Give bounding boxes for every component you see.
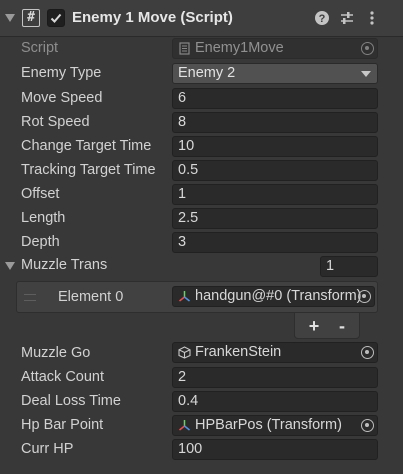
change-target-time-label: Change Target Time [21,138,152,154]
change-target-time-input[interactable]: 10 [172,136,378,157]
object-picker-icon[interactable] [361,419,374,432]
gameobject-cube-icon [178,346,191,359]
dropdown-arrow-icon [361,71,371,77]
enemy-type-value: Enemy 2 [178,65,236,81]
muzzle-go-value: FrankenStein [195,344,282,360]
object-picker-icon[interactable] [358,290,371,303]
offset-input[interactable]: 1 [172,184,378,205]
curr-hp-input[interactable]: 100 [172,439,378,460]
kebab-menu-icon[interactable] [363,9,381,27]
deal-loss-time-label: Deal Loss Time [21,393,121,409]
muzzle-trans-foldout-icon[interactable] [5,262,15,270]
element-0-label: Element 0 [58,289,124,305]
muzzle-go-label: Muzzle Go [21,345,91,361]
list-add-remove-footer: + - [294,313,360,339]
script-field: Enemy1Move [172,38,378,59]
transform-icon [179,420,190,431]
muzzle-trans-list: Element 0 handgun@#0 (Transform) [16,281,378,313]
rot-speed-input[interactable]: 8 [172,112,378,133]
remove-element-button[interactable]: - [327,314,357,338]
muzzle-trans-size-input[interactable]: 1 [320,256,378,277]
drag-handle-icon[interactable] [24,294,36,301]
script-icon: # [22,9,40,27]
length-label: Length [21,210,66,226]
svg-text:?: ? [319,13,326,25]
curr-hp-label: Curr HP [21,441,74,457]
element-0-field[interactable]: handgun@#0 (Transform) [172,286,375,307]
attack-count-input[interactable]: 2 [172,367,378,388]
rot-speed-label: Rot Speed [21,114,90,130]
muzzle-trans-label: Muzzle Trans [21,257,108,273]
depth-input[interactable]: 3 [172,232,378,253]
script-label: Script [21,40,59,56]
attack-count-label: Attack Count [21,369,105,385]
component-enabled-checkbox[interactable] [47,9,65,27]
component-title: Enemy 1 Move (Script) [72,9,233,26]
object-picker-icon [361,42,374,55]
checkmark-icon [50,13,62,23]
add-element-button[interactable]: + [299,314,329,338]
help-icon[interactable]: ? [313,9,331,27]
component-header: # Enemy 1 Move (Script) ? [0,0,403,37]
tracking-target-time-input[interactable]: 0.5 [172,160,378,181]
object-picker-icon[interactable] [361,346,374,359]
script-value: Enemy1Move [195,40,284,56]
script-file-icon [179,42,190,55]
element-0-value: handgun@#0 (Transform) [195,288,362,304]
offset-label: Offset [21,186,60,202]
transform-icon [179,291,190,302]
foldout-arrow-icon[interactable] [5,14,15,22]
length-input[interactable]: 2.5 [172,208,378,229]
deal-loss-time-input[interactable]: 0.4 [172,391,378,412]
enemy-type-dropdown[interactable]: Enemy 2 [172,63,378,84]
muzzle-go-field[interactable]: FrankenStein [172,342,378,363]
move-speed-input[interactable]: 6 [172,88,378,109]
hp-bar-point-label: Hp Bar Point [21,417,104,433]
hp-bar-point-value: HPBarPos (Transform) [195,417,342,433]
hp-bar-point-field[interactable]: HPBarPos (Transform) [172,415,378,436]
preset-sliders-icon[interactable] [338,9,356,27]
move-speed-label: Move Speed [21,90,103,106]
tracking-target-time-label: Tracking Target Time [21,162,156,178]
enemy-type-label: Enemy Type [21,65,102,81]
depth-label: Depth [21,234,60,250]
